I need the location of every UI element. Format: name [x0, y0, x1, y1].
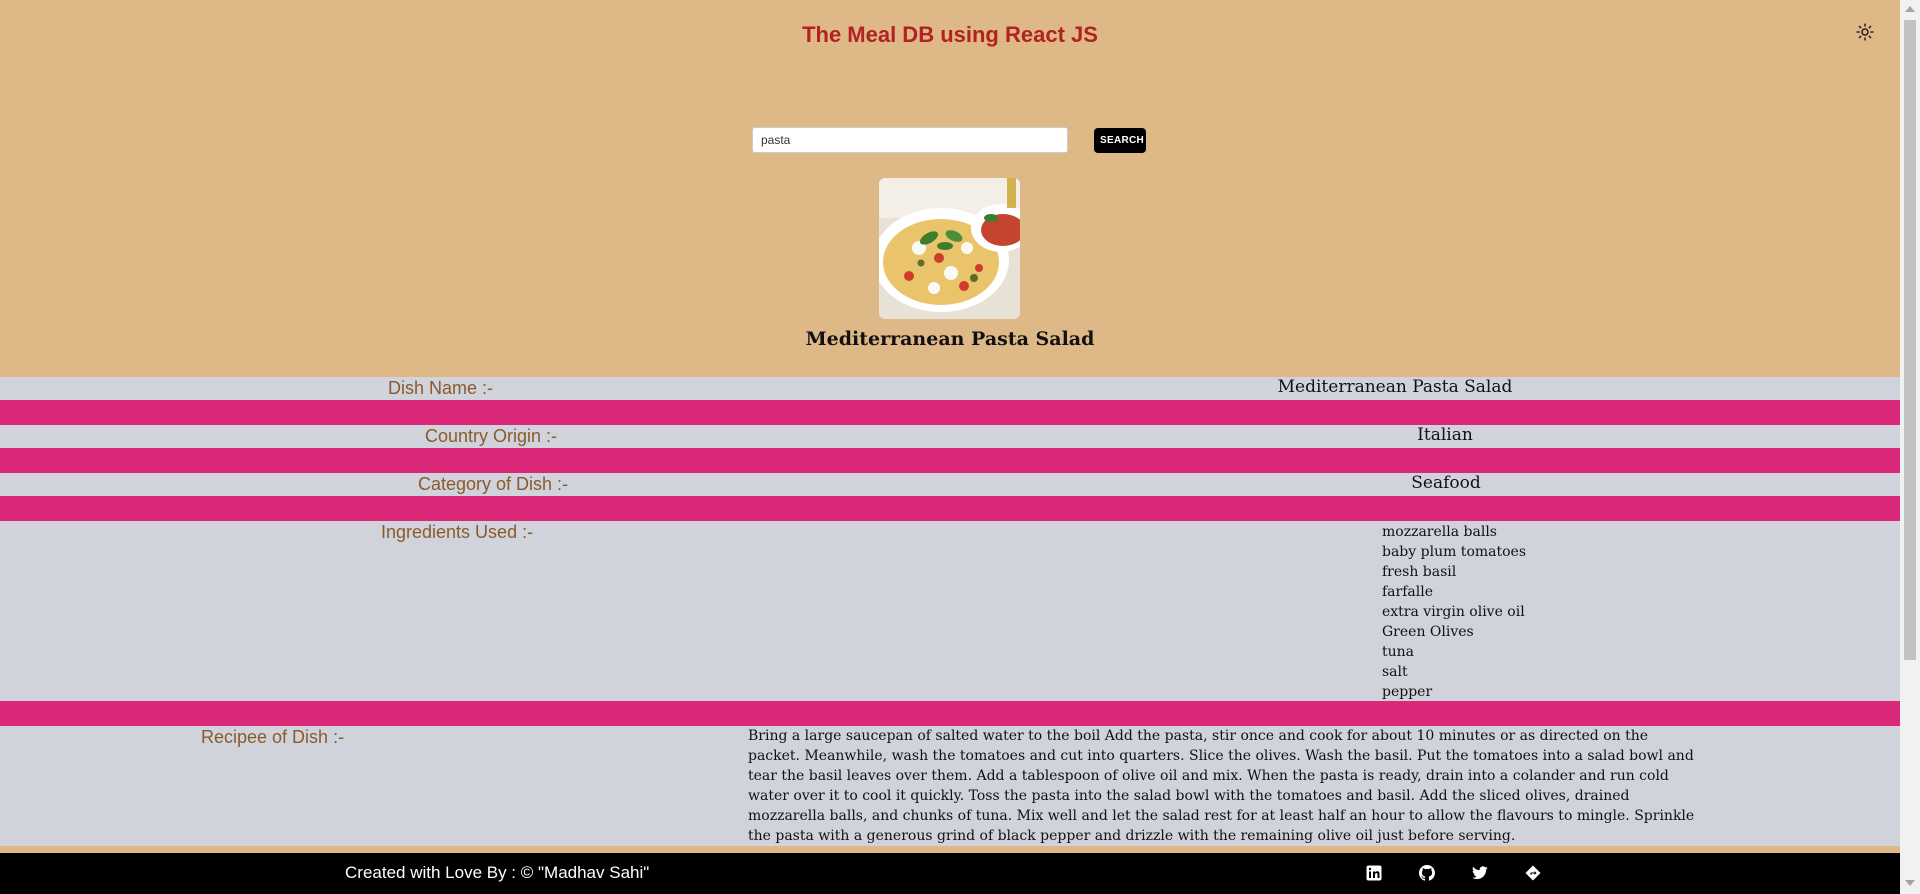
dish-name-row: Dish Name :- Mediterranean Pasta Salad — [0, 377, 1900, 400]
country-label: Country Origin :- — [425, 426, 558, 446]
dish-name-value: Mediterranean Pasta Salad — [1277, 377, 1513, 397]
ingredient-item: salt — [1382, 664, 1408, 680]
search-button[interactable]: SEARCH — [1094, 128, 1146, 153]
country-row: Country Origin :- Italian — [0, 425, 1900, 448]
row-separator — [0, 448, 1900, 473]
meal-title: Mediterranean Pasta Salad — [805, 328, 1095, 350]
theme-toggle-button[interactable] — [1853, 20, 1877, 44]
scroll-thumb[interactable] — [1904, 20, 1916, 660]
recipe-text: Bring a large saucepan of salted water t… — [748, 728, 1695, 844]
meal-image — [879, 178, 1020, 319]
category-label: Category of Dish :- — [418, 474, 569, 494]
ingredients-label: Ingredients Used :- — [381, 522, 534, 542]
github-link[interactable] — [1417, 863, 1437, 883]
ingredient-item: extra virgin olive oil — [1382, 604, 1525, 620]
app-title: The Meal DB using React JS — [802, 22, 1098, 47]
category-row: Category of Dish :- Seafood — [0, 473, 1900, 496]
search-input[interactable] — [752, 127, 1068, 153]
recipe-label: Recipee of Dish :- — [201, 727, 345, 747]
row-separator — [0, 701, 1900, 726]
ingredient-item: fresh basil — [1382, 564, 1457, 580]
footer-credit: Created with Love By : © "Madhav Sahi" — [345, 863, 650, 882]
twitter-link[interactable] — [1470, 863, 1490, 883]
linkedin-link[interactable] — [1364, 863, 1384, 883]
ingredients-row: Ingredients Used :- — [0, 521, 1900, 701]
row-separator — [0, 496, 1900, 521]
category-value: Seafood — [1411, 473, 1481, 493]
github-icon — [1419, 865, 1435, 881]
page: The Meal DB using React JS SEARCH — [0, 0, 1900, 894]
twitter-icon — [1472, 866, 1488, 880]
ingredient-item: tuna — [1382, 644, 1415, 660]
website-link[interactable] — [1523, 863, 1543, 883]
scroll-up-arrow[interactable] — [1905, 6, 1915, 12]
ingredient-item: pepper — [1382, 684, 1433, 700]
row-separator — [0, 400, 1900, 425]
country-value: Italian — [1417, 425, 1473, 445]
website-icon — [1525, 865, 1541, 881]
sun-icon — [1856, 23, 1874, 41]
footer: Created with Love By : © "Madhav Sahi" — [0, 853, 1900, 894]
linkedin-icon — [1366, 865, 1382, 881]
scroll-down-arrow[interactable] — [1905, 880, 1915, 886]
ingredients-list: mozzarella balls baby plum tomatoes fres… — [1382, 522, 1526, 702]
page-scrollbar[interactable] — [1900, 0, 1920, 894]
ingredient-item: baby plum tomatoes — [1382, 544, 1527, 560]
ingredient-item: Green Olives — [1382, 624, 1474, 640]
ingredient-item: mozzarella balls — [1382, 524, 1497, 540]
ingredient-item: farfalle — [1382, 584, 1433, 600]
dish-name-label: Dish Name :- — [388, 378, 494, 398]
